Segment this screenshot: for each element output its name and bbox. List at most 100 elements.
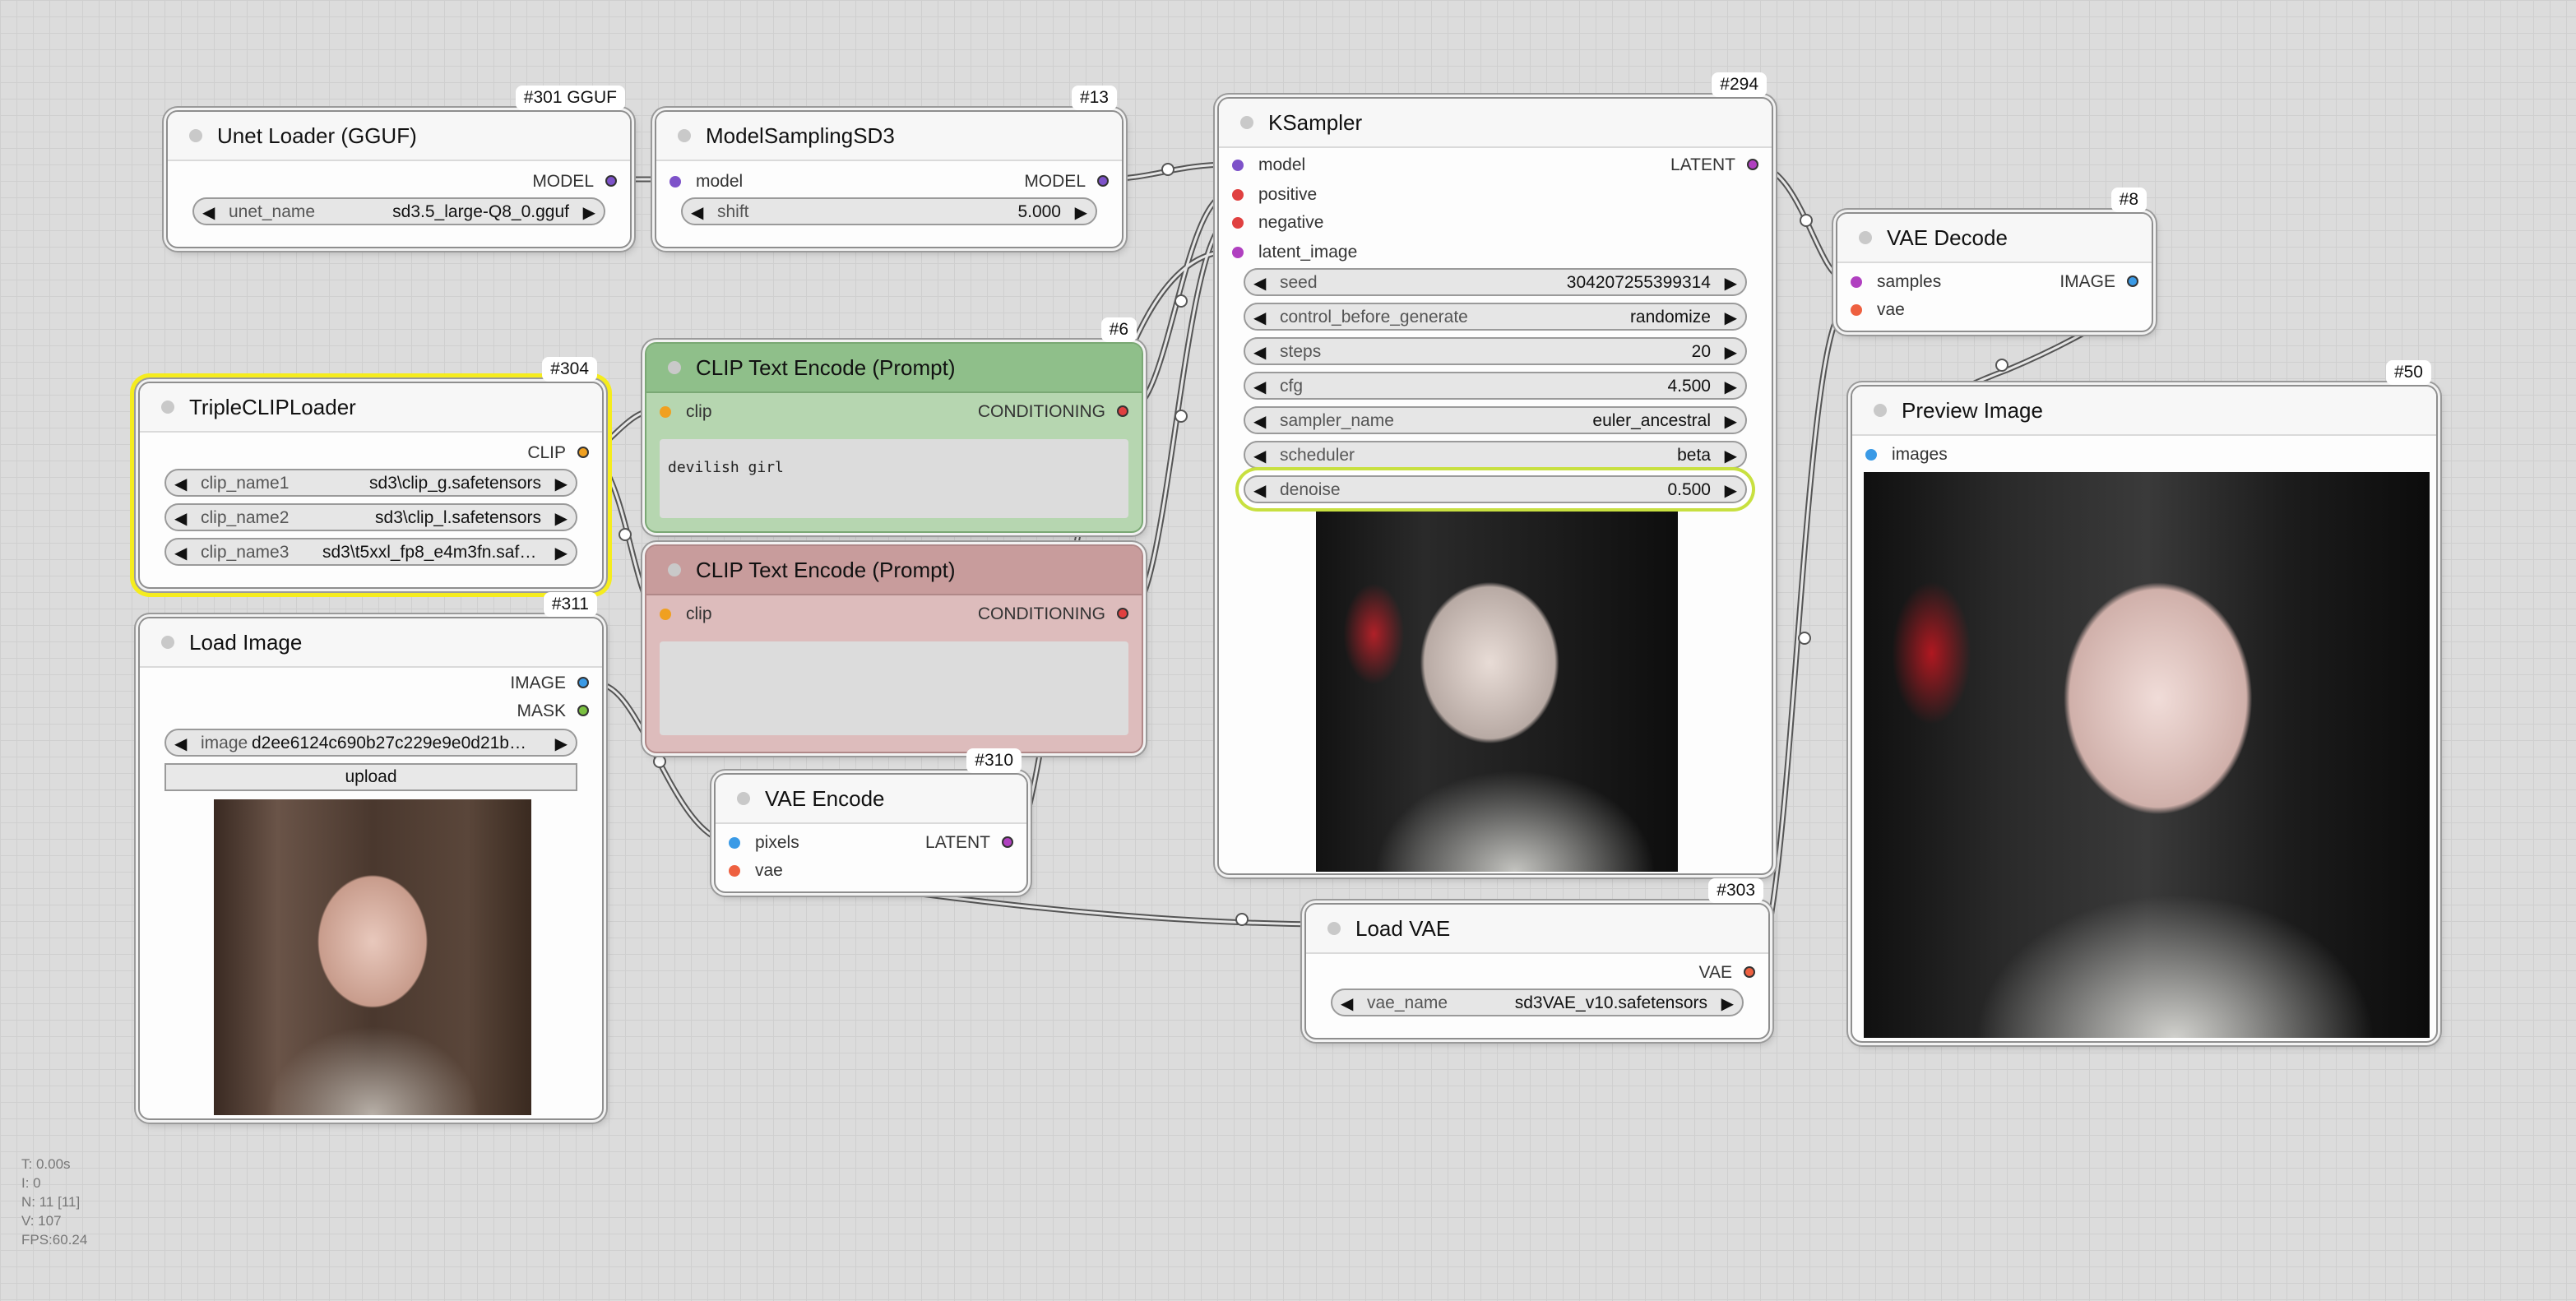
arrow-right-icon[interactable]: ▶ <box>1725 342 1737 363</box>
collapse-dot[interactable] <box>678 129 691 142</box>
node-title-bar[interactable]: KSampler <box>1219 99 1772 148</box>
arrow-left-icon[interactable]: ◀ <box>1341 993 1353 1014</box>
node-load-image[interactable]: #311 Load Image IMAGE MASK ◀ image d2ee612… <box>138 592 604 1120</box>
input-vae[interactable]: vae <box>729 860 783 882</box>
model-socket-icon[interactable] <box>1232 160 1244 171</box>
arrow-right-icon[interactable]: ▶ <box>555 734 568 754</box>
conditioning-socket-icon[interactable] <box>1232 189 1244 201</box>
prompt-textarea[interactable]: devilish girl <box>660 439 1128 518</box>
arrow-right-icon[interactable]: ▶ <box>1721 993 1734 1014</box>
arrow-right-icon[interactable]: ▶ <box>1725 480 1737 501</box>
arrow-left-icon[interactable]: ◀ <box>1253 446 1266 466</box>
node-modelsamplingsd3[interactable]: #13 ModelSamplingSD3 model MODEL ◀ shift 5… <box>655 86 1124 248</box>
input-positive[interactable]: positive <box>1232 184 1317 206</box>
node-preview-image[interactable]: #50 Preview Image images <box>1851 360 2438 1043</box>
arrow-right-icon[interactable]: ▶ <box>1725 273 1737 294</box>
node-clip-text-positive[interactable]: #6 CLIP Text Encode (Prompt) clip CONDIT… <box>645 317 1143 533</box>
collapse-dot[interactable] <box>1327 922 1341 935</box>
cfg-widget[interactable]: ◀ cfg 4.500 ▶ <box>1244 372 1747 400</box>
image-socket-icon[interactable] <box>577 677 589 688</box>
collapse-dot[interactable] <box>189 129 202 142</box>
input-model[interactable]: model <box>669 171 743 192</box>
latent-socket-icon[interactable] <box>1747 159 1758 170</box>
node-clip-text-negative[interactable]: CLIP Text Encode (Prompt) clip CONDITION… <box>645 544 1143 753</box>
unet-name-combo[interactable]: ◀ unet_name sd3.5_large-Q8_0.gguf ▶ <box>192 197 605 225</box>
node-title-bar[interactable]: CLIP Text Encode (Prompt) <box>646 546 1142 595</box>
node-title-bar[interactable]: VAE Encode <box>716 775 1026 824</box>
conditioning-socket-icon[interactable] <box>1117 608 1128 619</box>
input-samples[interactable]: samples <box>1851 271 1941 293</box>
output-model[interactable]: MODEL <box>1024 171 1109 192</box>
latent-socket-icon[interactable] <box>1002 836 1013 848</box>
arrow-right-icon[interactable]: ▶ <box>583 202 595 223</box>
image-socket-icon[interactable] <box>1865 449 1877 461</box>
collapse-dot[interactable] <box>737 792 750 805</box>
output-conditioning[interactable]: CONDITIONING <box>978 401 1128 423</box>
scheduler-widget[interactable]: ◀ scheduler beta ▶ <box>1244 441 1747 469</box>
vae-name-combo[interactable]: ◀ vae_name sd3VAE_v10.safetensors ▶ <box>1331 988 1744 1016</box>
sampler-name-widget[interactable]: ◀ sampler_name euler_ancestral ▶ <box>1244 406 1747 434</box>
clip-socket-icon[interactable] <box>577 447 589 458</box>
arrow-left-icon[interactable]: ◀ <box>174 734 187 754</box>
arrow-right-icon[interactable]: ▶ <box>555 508 568 529</box>
arrow-right-icon[interactable]: ▶ <box>1075 202 1087 223</box>
mask-socket-icon[interactable] <box>577 705 589 716</box>
collapse-dot[interactable] <box>161 400 174 414</box>
arrow-left-icon[interactable]: ◀ <box>1253 308 1266 328</box>
node-title-bar[interactable]: Load Image <box>140 618 602 668</box>
prompt-textarea[interactable] <box>660 641 1128 735</box>
node-title-bar[interactable]: TripleCLIPLoader <box>140 383 602 433</box>
clip-name1-combo[interactable]: ◀ clip_name1 sd3\clip_g.safetensors ▶ <box>164 469 577 497</box>
input-images[interactable]: images <box>1865 444 1948 465</box>
steps-widget[interactable]: ◀ steps 20 ▶ <box>1244 337 1747 365</box>
collapse-dot[interactable] <box>1874 404 1887 417</box>
vae-socket-icon[interactable] <box>1851 304 1862 316</box>
clip-socket-icon[interactable] <box>660 609 671 620</box>
arrow-left-icon[interactable]: ◀ <box>1253 377 1266 397</box>
vae-socket-icon[interactable] <box>1744 966 1755 978</box>
output-mask[interactable]: MASK <box>517 701 589 722</box>
arrow-left-icon[interactable]: ◀ <box>202 202 215 223</box>
arrow-right-icon[interactable]: ▶ <box>555 543 568 563</box>
arrow-right-icon[interactable]: ▶ <box>1725 446 1737 466</box>
input-negative[interactable]: negative <box>1232 212 1323 234</box>
input-vae[interactable]: vae <box>1851 299 1905 321</box>
output-clip[interactable]: CLIP <box>527 442 589 464</box>
clip-socket-icon[interactable] <box>660 406 671 418</box>
node-tripleclip-loader[interactable]: #304 TripleCLIPLoader CLIP ◀ clip_name1 sd… <box>138 357 604 589</box>
arrow-left-icon[interactable]: ◀ <box>1253 480 1266 501</box>
arrow-left-icon[interactable]: ◀ <box>1253 411 1266 432</box>
collapse-dot[interactable] <box>161 636 174 649</box>
arrow-left-icon[interactable]: ◀ <box>1253 273 1266 294</box>
node-ksampler[interactable]: #294 KSampler model positive negative la… <box>1217 72 1773 875</box>
input-clip[interactable]: clip <box>660 604 712 625</box>
node-load-vae[interactable]: #303 Load VAE VAE ◀ vae_name sd3VAE_v10.sa… <box>1304 878 1770 1039</box>
input-latent-image[interactable]: latent_image <box>1232 242 1357 263</box>
vae-socket-icon[interactable] <box>729 865 740 877</box>
conditioning-socket-icon[interactable] <box>1117 405 1128 417</box>
input-pixels[interactable]: pixels <box>729 832 799 854</box>
arrow-left-icon[interactable]: ◀ <box>1253 342 1266 363</box>
seed-widget[interactable]: ◀ seed 304207255399314 ▶ <box>1244 268 1747 296</box>
node-title-bar[interactable]: Unet Loader (GGUF) <box>168 112 630 161</box>
shift-number-widget[interactable]: ◀ shift 5.000 ▶ <box>681 197 1097 225</box>
model-socket-icon[interactable] <box>605 175 617 187</box>
image-socket-icon[interactable] <box>729 837 740 849</box>
output-image[interactable]: IMAGE <box>2059 271 2138 293</box>
node-title-bar[interactable]: ModelSamplingSD3 <box>656 112 1122 161</box>
arrow-left-icon[interactable]: ◀ <box>174 543 187 563</box>
output-conditioning[interactable]: CONDITIONING <box>978 604 1128 625</box>
output-latent[interactable]: LATENT <box>925 832 1013 854</box>
image-socket-icon[interactable] <box>2127 275 2138 287</box>
collapse-dot[interactable] <box>1240 116 1253 129</box>
model-socket-icon[interactable] <box>669 176 681 188</box>
arrow-right-icon[interactable]: ▶ <box>1725 308 1737 328</box>
node-title-bar[interactable]: VAE Decode <box>1837 214 2152 263</box>
model-socket-icon[interactable] <box>1097 175 1109 187</box>
image-combo[interactable]: ◀ image d2ee6124c690b27c229e9e0d21b… ▶ <box>164 729 577 757</box>
output-image[interactable]: IMAGE <box>510 673 589 694</box>
arrow-right-icon[interactable]: ▶ <box>555 474 568 494</box>
node-title-bar[interactable]: CLIP Text Encode (Prompt) <box>646 344 1142 393</box>
arrow-left-icon[interactable]: ◀ <box>174 508 187 529</box>
latent-socket-icon[interactable] <box>1232 247 1244 258</box>
